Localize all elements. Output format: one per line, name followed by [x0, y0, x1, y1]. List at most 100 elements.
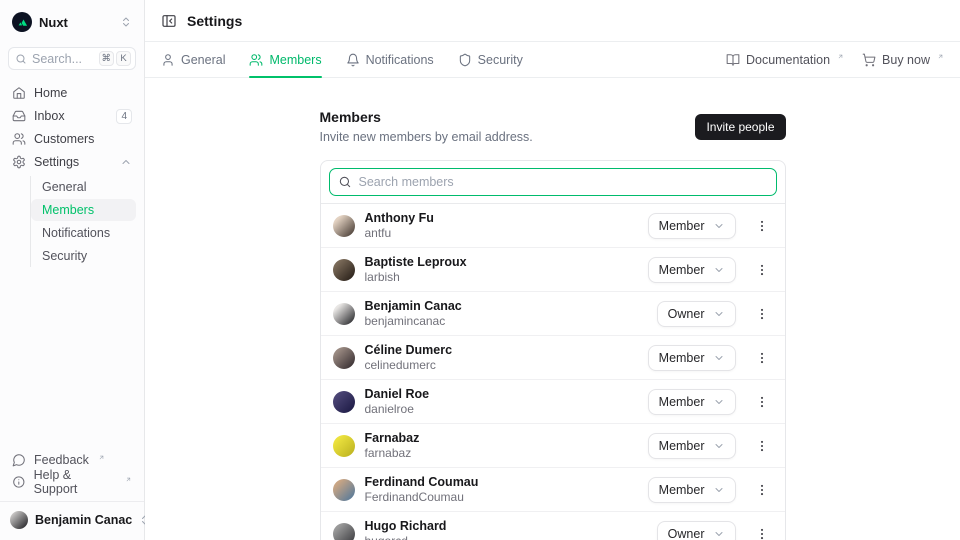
member-actions-button[interactable] — [751, 389, 773, 415]
member-actions-button[interactable] — [751, 345, 773, 371]
chevron-down-icon — [713, 220, 725, 232]
member-name: Baptiste Leproux — [365, 254, 467, 270]
sidebar-item-security[interactable]: Security — [31, 245, 136, 267]
search-icon — [338, 175, 352, 189]
member-actions-button[interactable] — [751, 257, 773, 283]
search-icon — [15, 53, 27, 65]
tabbar: General Members Notifications Security D… — [145, 42, 960, 78]
user-menu[interactable]: Benjamin Canac — [0, 501, 144, 534]
member-row: Anthony Fu antfu Member — [321, 204, 785, 248]
member-name: Céline Dumerc — [365, 342, 453, 358]
tab-notifications[interactable]: Notifications — [346, 42, 434, 77]
users-icon — [12, 132, 26, 146]
member-role-select[interactable]: Owner — [657, 301, 736, 327]
sidebar-item-label: Settings — [34, 155, 79, 169]
member-role-value: Member — [659, 219, 705, 233]
member-name: Ferdinand Coumau — [365, 474, 479, 490]
member-role-select[interactable]: Member — [648, 257, 736, 283]
member-role-value: Owner — [668, 307, 705, 321]
member-row: Céline Dumerc celinedumerc Member — [321, 336, 785, 380]
invite-people-button[interactable]: Invite people — [695, 114, 785, 140]
chevron-down-icon — [713, 440, 725, 452]
team-selector[interactable]: Nuxt — [8, 10, 136, 34]
external-link-icon — [937, 53, 944, 60]
member-role-select[interactable]: Member — [648, 213, 736, 239]
feedback-label: Feedback — [34, 453, 89, 467]
member-role-select[interactable]: Member — [648, 345, 736, 371]
sidebar-item-settings[interactable]: Settings — [8, 151, 136, 173]
content-area: Members Invite new members by email addr… — [145, 78, 960, 540]
team-name: Nuxt — [39, 15, 68, 30]
members-card: Anthony Fu antfu Member Baptiste Leproux… — [320, 160, 786, 540]
member-name: Farnabaz — [365, 430, 420, 446]
member-role-select[interactable]: Member — [648, 433, 736, 459]
documentation-label: Documentation — [746, 53, 830, 67]
member-role-value: Member — [659, 395, 705, 409]
gear-icon — [12, 155, 26, 169]
member-username: benjamincanac — [365, 314, 462, 330]
member-username: FerdinandCoumau — [365, 490, 479, 506]
sidebar-item-general[interactable]: General — [31, 176, 136, 198]
buy-now-link[interactable]: Buy now — [862, 53, 944, 67]
member-username: antfu — [365, 226, 434, 242]
member-avatar — [333, 259, 355, 281]
sidebar-item-members[interactable]: Members — [31, 199, 136, 221]
ellipsis-vertical-icon — [755, 351, 769, 365]
members-head-text: Members Invite new members by email addr… — [320, 109, 533, 144]
chevron-down-icon — [713, 352, 725, 364]
member-role-select[interactable]: Owner — [657, 521, 736, 540]
tab-label: Members — [269, 53, 321, 67]
collapse-sidebar-icon[interactable] — [161, 13, 177, 29]
member-actions-button[interactable] — [751, 477, 773, 503]
member-actions-button[interactable] — [751, 301, 773, 327]
search-members-input[interactable] — [329, 168, 777, 196]
member-info: Ferdinand Coumau FerdinandCoumau — [365, 474, 479, 506]
member-info: Hugo Richard hugorcd — [365, 518, 447, 540]
member-role-select[interactable]: Member — [648, 389, 736, 415]
member-role-select[interactable]: Member — [648, 477, 736, 503]
member-info: Baptiste Leproux larbish — [365, 254, 467, 286]
member-username: hugorcd — [365, 534, 447, 540]
member-actions-button[interactable] — [751, 433, 773, 459]
tab-label: Security — [478, 53, 523, 67]
kbd-k: K — [116, 51, 131, 66]
sidebar-search-input[interactable]: Search... ⌘ K — [8, 47, 136, 70]
buy-now-label: Buy now — [882, 53, 930, 67]
members-section: Members Invite new members by email addr… — [320, 78, 786, 540]
sidebar-item-label: General — [42, 180, 86, 194]
main-panel: Settings General Members Notifications S… — [145, 0, 960, 540]
header-links: Documentation Buy now — [726, 53, 944, 67]
sidebar-item-home[interactable]: Home — [8, 82, 136, 104]
info-circle-icon — [12, 475, 26, 489]
sidebar-item-label: Home — [34, 86, 67, 100]
bell-icon — [346, 53, 360, 67]
external-link-icon — [837, 53, 844, 60]
page-description: Invite new members by email address. — [320, 130, 533, 144]
member-avatar — [333, 303, 355, 325]
chevron-down-icon — [713, 396, 725, 408]
tab-security[interactable]: Security — [458, 42, 523, 77]
documentation-link[interactable]: Documentation — [726, 53, 844, 67]
chevron-down-icon — [713, 264, 725, 276]
sidebar: Nuxt Search... ⌘ K Home Inbox 4 — [0, 0, 145, 540]
member-row: Baptiste Leproux larbish Member — [321, 248, 785, 292]
member-actions-button[interactable] — [751, 213, 773, 239]
sidebar-item-customers[interactable]: Customers — [8, 128, 136, 150]
users-icon — [249, 53, 263, 67]
shield-icon — [458, 53, 472, 67]
nuxt-logo-icon — [12, 12, 32, 32]
member-avatar — [333, 523, 355, 540]
member-actions-button[interactable] — [751, 521, 773, 540]
sidebar-item-inbox[interactable]: Inbox 4 — [8, 105, 136, 127]
tab-general[interactable]: General — [161, 42, 225, 77]
member-avatar — [333, 391, 355, 413]
book-open-icon — [726, 53, 740, 67]
search-shortcut: ⌘ K — [99, 51, 132, 66]
help-support-link[interactable]: Help & Support — [8, 471, 136, 493]
sidebar-item-notifications[interactable]: Notifications — [31, 222, 136, 244]
sidebar-spacer — [8, 267, 136, 449]
external-link-icon — [125, 476, 132, 483]
chevron-down-icon — [713, 528, 725, 540]
sidebar-item-label: Inbox — [34, 109, 65, 123]
tab-members[interactable]: Members — [249, 42, 321, 77]
